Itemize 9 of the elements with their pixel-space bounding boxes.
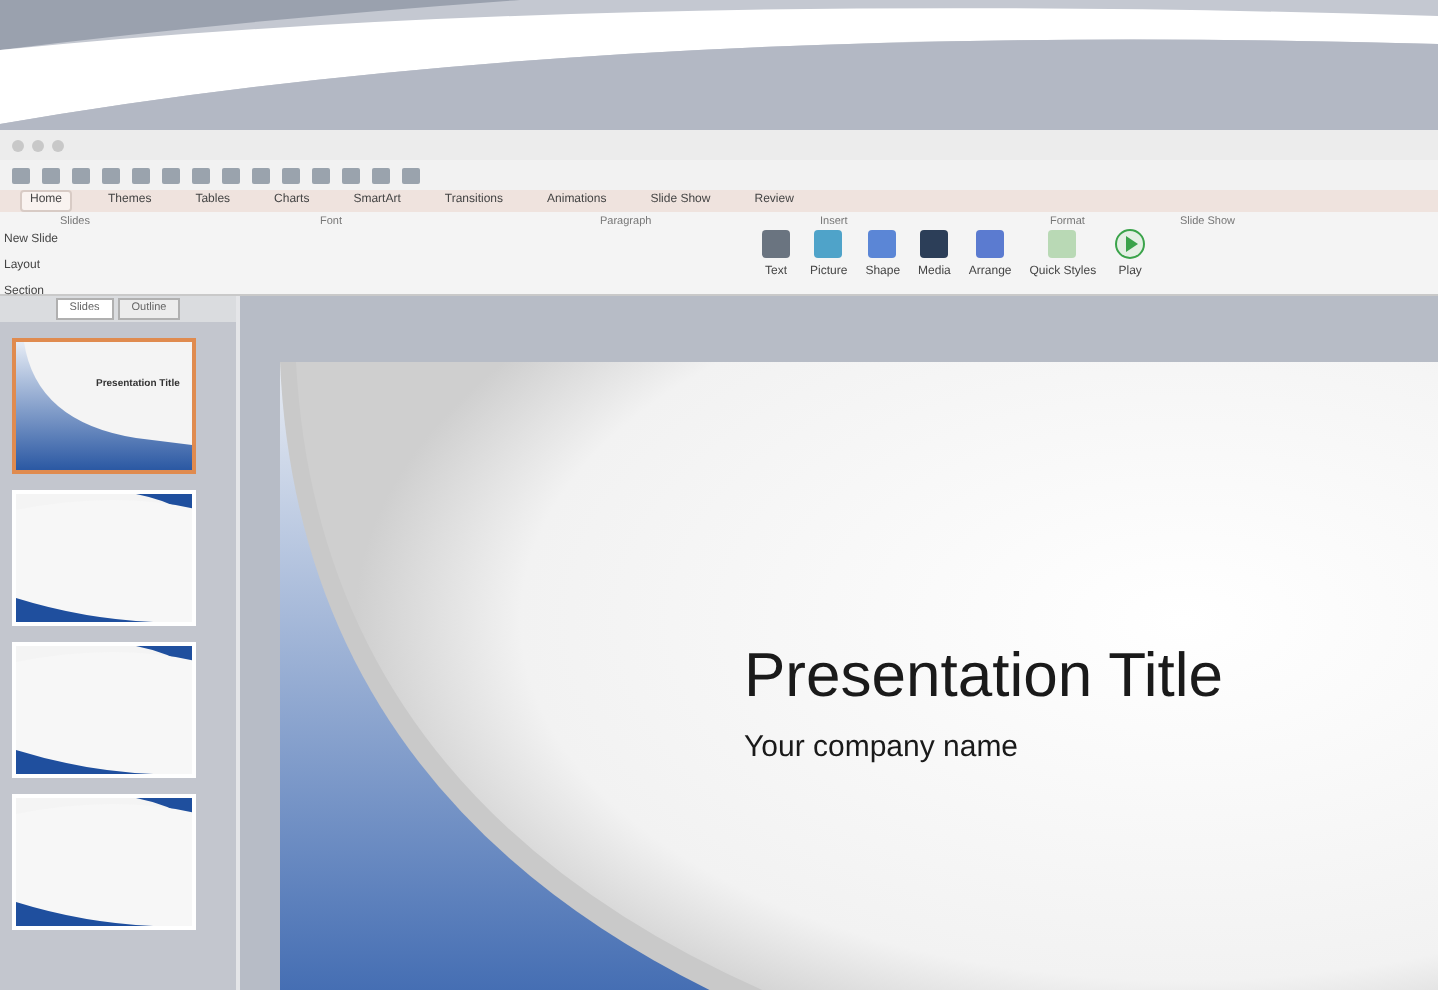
slide-title: Presentation Title — [744, 642, 1224, 711]
slide-thumbnail[interactable] — [12, 794, 196, 930]
close-button[interactable] — [12, 139, 24, 151]
slide-thumbnail[interactable] — [12, 490, 196, 626]
minimize-button[interactable] — [32, 139, 44, 151]
play-icon — [1114, 228, 1147, 260]
zoom-button[interactable] — [52, 139, 64, 151]
slide-subtitle: Your company name — [744, 728, 1021, 769]
slide-thumbnail[interactable] — [12, 642, 196, 778]
